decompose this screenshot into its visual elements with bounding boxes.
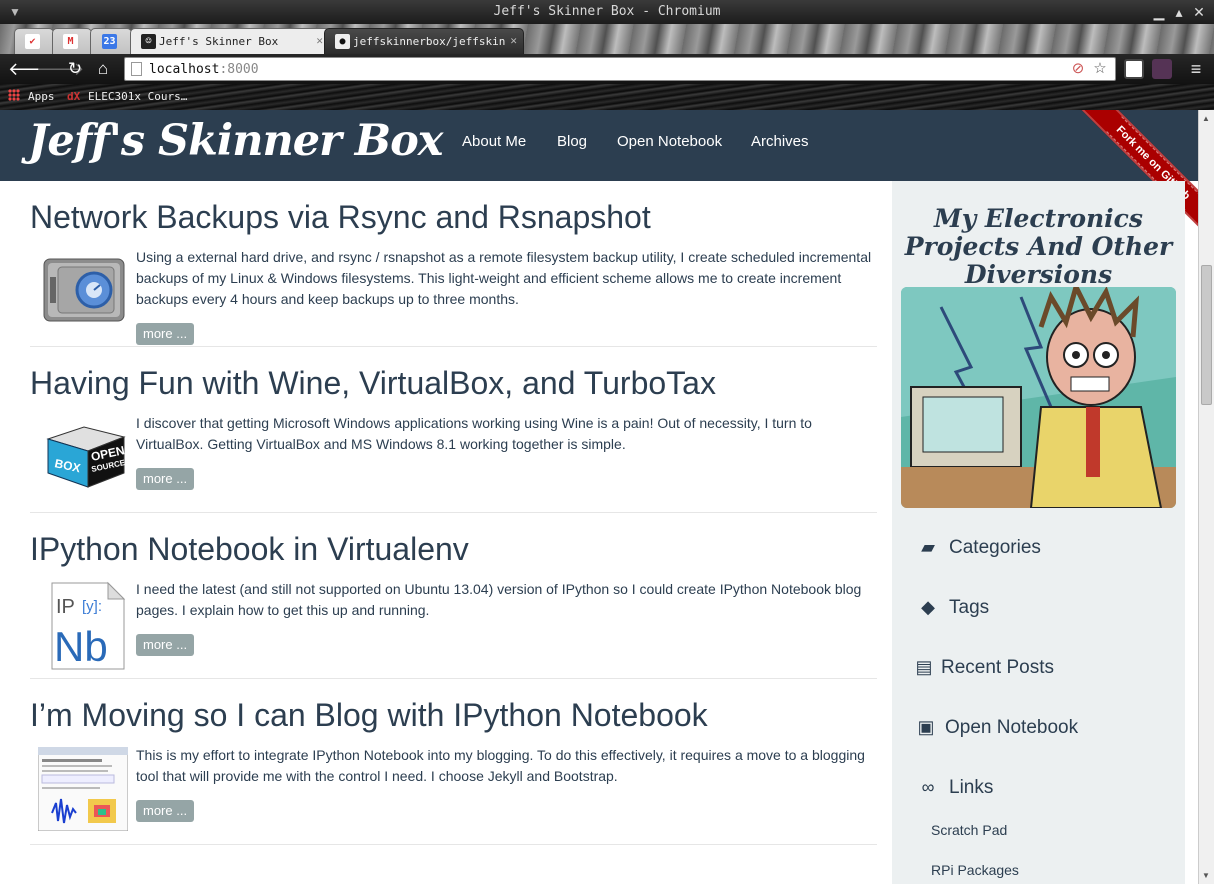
url-text[interactable]: localhost:8000	[149, 62, 259, 77]
tab-calendar[interactable]: 23	[90, 28, 132, 54]
nav-open-notebook[interactable]: Open Notebook	[617, 133, 722, 150]
post-summary: Using a external hard drive, and rsync /…	[136, 249, 872, 307]
sidebar-link-rpi-packages[interactable]: RPi Packages	[931, 862, 1019, 878]
svg-text:IP: IP	[56, 596, 75, 618]
address-bar[interactable]: localhost:8000 ⊘ ☆	[124, 57, 1116, 81]
ipython-notebook-logo: IP [y]: Nb	[38, 581, 128, 670]
home-icon[interactable]: ⌂	[92, 58, 114, 80]
maximize-icon[interactable]: ▴	[1170, 3, 1188, 21]
sidebar-item-links[interactable]: ∞ Links	[915, 777, 994, 799]
tags-icon: ◆	[921, 597, 935, 617]
sidebar-item-categories[interactable]: ▰ Categories	[915, 537, 1041, 559]
sidebar-item-open-notebook[interactable]: ▣ Open Notebook	[915, 717, 1078, 739]
page-icon	[131, 62, 142, 76]
mad-scientist-illustration	[901, 287, 1176, 508]
post-summary: I discover that getting Microsoft Window…	[136, 415, 812, 452]
extension-icon[interactable]	[1124, 59, 1144, 79]
blocked-content-icon[interactable]: ⊘	[1069, 60, 1087, 78]
page-viewport: Jeff's Skinner Box About Me Blog Open No…	[0, 110, 1198, 884]
bookmarks-bar: Apps dX ELEC301x Cours…	[0, 84, 1214, 110]
scrollbar-thumb[interactable]	[1201, 265, 1212, 405]
sidebar: My Electronics Projects And Other Divers…	[892, 181, 1185, 884]
sidebar-item-label: Categories	[949, 537, 1041, 558]
post-title[interactable]: Having Fun with Wine, VirtualBox, and Tu…	[30, 365, 716, 402]
more-button[interactable]: more ...	[136, 634, 195, 656]
minimize-icon[interactable]: ▁	[1150, 3, 1168, 21]
book-icon: ▣	[917, 717, 935, 737]
more-button[interactable]: more ...	[136, 323, 195, 345]
browser-toolbar: 🡐 🡒 ↻ ⌂ localhost:8000 ⊘ ☆ ≡	[0, 54, 1214, 84]
svg-text:Nb: Nb	[54, 623, 108, 670]
window-titlebar: ▼ Jeff's Skinner Box - Chromium ▁ ▴ ✕	[0, 0, 1214, 24]
folder-open-icon: ▰	[921, 537, 935, 557]
bookmark-elec301x[interactable]: ELEC301x Cours…	[88, 90, 187, 103]
bookmark-apps[interactable]: Apps	[28, 90, 55, 103]
scroll-down-icon[interactable]: ▼	[1202, 871, 1210, 880]
link-icon: ∞	[921, 777, 935, 797]
post-summary: This is my effort to integrate IPython N…	[136, 747, 865, 784]
close-window-icon[interactable]: ✕	[1190, 3, 1208, 21]
post-title[interactable]: Network Backups via Rsync and Rsnapshot	[30, 199, 651, 236]
gmail-red-icon: ✔	[25, 34, 40, 49]
nav-blog[interactable]: Blog	[557, 133, 587, 150]
tab-github[interactable]: ● jeffskinnerbox/jeffskin ✕	[324, 28, 524, 54]
nav-about-me[interactable]: About Me	[462, 133, 526, 150]
tab-gmail-red[interactable]: ✔	[14, 28, 54, 54]
forward-icon[interactable]: 🡒	[36, 58, 84, 80]
tab-strip: ✔ M 23 ☺ Jeff's Skinner Box ✕ ● jeffskin…	[0, 24, 1214, 73]
nav-archives[interactable]: Archives	[751, 133, 809, 150]
chrome-menu-icon[interactable]: ≡	[1186, 58, 1206, 80]
post-item: Having Fun with Wine, VirtualBox, and Tu…	[30, 347, 877, 513]
post-title[interactable]: I’m Moving so I can Blog with IPython No…	[30, 697, 708, 734]
tab-label: jeffskinnerbox/jeffskin	[353, 35, 506, 48]
svg-text:[y]:: [y]:	[82, 598, 102, 615]
post-title[interactable]: IPython Notebook in Virtualenv	[30, 531, 469, 568]
apps-grid-icon	[8, 89, 20, 101]
sidebar-item-tags[interactable]: ◆ Tags	[915, 597, 989, 619]
calendar-icon: 23	[102, 34, 117, 49]
file-text-icon: ▤	[915, 657, 933, 677]
more-button[interactable]: more ...	[136, 468, 195, 490]
sidebar-item-label: Recent Posts	[941, 657, 1054, 678]
post-summary: I need the latest (and still not support…	[136, 581, 862, 618]
scroll-up-icon[interactable]: ▲	[1202, 114, 1210, 123]
tab-label: Jeff's Skinner Box	[159, 35, 279, 48]
notebook-screenshot-thumb	[37, 746, 129, 832]
github-icon: ●	[335, 34, 350, 49]
sidebar-link-scratch-pad[interactable]: Scratch Pad	[931, 822, 1007, 838]
window-title: Jeff's Skinner Box - Chromium	[493, 4, 721, 19]
post-item: I’m Moving so I can Blog with IPython No…	[30, 679, 877, 845]
sidebar-item-label: Open Notebook	[945, 717, 1079, 738]
bookmark-star-icon[interactable]: ☆	[1091, 60, 1109, 78]
edx-icon: dX	[67, 90, 81, 103]
close-tab-icon[interactable]: ✕	[510, 34, 517, 47]
site-brand[interactable]: Jeff's Skinner Box	[28, 116, 443, 166]
tab-gmail[interactable]: M	[52, 28, 92, 54]
site-favicon: ☺	[141, 34, 156, 49]
extension-icon[interactable]	[1152, 59, 1172, 79]
page-scrollbar[interactable]: ▲ ▼	[1198, 110, 1214, 884]
post-item: Network Backups via Rsync and Rsnapshot …	[30, 181, 877, 347]
close-tab-icon[interactable]: ✕	[316, 34, 323, 47]
site-navbar: Jeff's Skinner Box About Me Blog Open No…	[0, 110, 1198, 243]
reload-icon[interactable]: ↻	[64, 58, 86, 80]
tab-jeffs-skinner-box[interactable]: ☺ Jeff's Skinner Box ✕	[130, 28, 330, 54]
sidebar-title: My Electronics Projects And Other Divers…	[904, 204, 1173, 289]
back-icon[interactable]: 🡐	[8, 58, 56, 80]
post-list: Network Backups via Rsync and Rsnapshot …	[30, 181, 877, 845]
post-item: IPython Notebook in Virtualenv IP [y]: N…	[30, 513, 877, 679]
safe-icon	[38, 253, 128, 325]
more-button[interactable]: more ...	[136, 800, 195, 822]
virtualbox-cube-icon: OPEN SOURCE BOX	[38, 419, 128, 491]
gmail-icon: M	[63, 34, 78, 49]
sidebar-item-recent-posts[interactable]: ▤ Recent Posts	[915, 657, 1054, 679]
sidebar-item-label: Links	[949, 777, 994, 798]
sidebar-item-label: Tags	[949, 597, 990, 618]
